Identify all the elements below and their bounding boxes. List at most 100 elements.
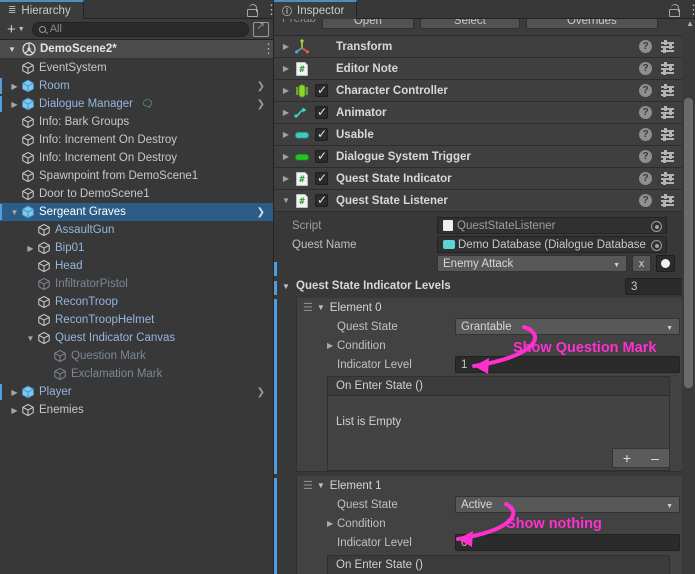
component-enabled-checkbox[interactable] [315,83,328,97]
prefab-open-button[interactable]: Open [321,19,414,29]
hierarchy-item-info-bark-groups[interactable]: Info: Bark Groups [0,113,273,131]
foldout-collapsed-icon[interactable]: ▶ [278,152,294,161]
prefab-overrides-button[interactable]: Overrides [525,19,658,29]
kebab-menu-icon[interactable] [265,6,269,14]
help-icon[interactable]: ? [639,150,652,163]
preset-icon[interactable] [661,150,674,163]
foldout-collapsed-icon[interactable]: ▶ [24,244,37,253]
component-enabled-checkbox[interactable] [315,105,328,119]
hierarchy-item-question-mark[interactable]: Question Mark [0,347,273,365]
element-0-quest-state-dropdown[interactable]: Grantable ▼ [455,318,680,335]
inspector-scrollbar[interactable] [682,30,695,574]
foldout-collapsed-icon[interactable]: ▶ [8,82,21,91]
dialogue-database-field[interactable]: Demo Database (Dialogue Database [437,236,667,253]
object-picker-icon[interactable] [651,240,662,251]
foldout-collapsed-icon[interactable]: ▶ [278,42,294,51]
component-row-usable[interactable]: ▶ Usable? [274,124,695,146]
help-icon[interactable]: ? [639,194,652,207]
foldout-expanded-icon[interactable]: ▼ [24,334,37,343]
add-listener-button[interactable]: + [613,451,641,465]
hierarchy-item-door-to-demoscene1[interactable]: Door to DemoScene1 [0,185,273,203]
hierarchy-item-recontroophelmet[interactable]: ReconTroopHelmet [0,311,273,329]
scene-kebab-menu-icon[interactable] [262,45,266,53]
element-0-indicator-level-field[interactable]: 1 [455,356,680,373]
component-enabled-checkbox[interactable] [315,171,328,185]
foldout-expanded-icon[interactable]: ▼ [282,282,296,291]
foldout-collapsed-icon[interactable]: ▶ [278,64,294,73]
help-icon[interactable]: ? [639,84,652,97]
hierarchy-item-room[interactable]: ▶ Room ❯ [0,77,273,95]
inspector-scrollbar-thumb[interactable] [684,98,693,388]
component-row-transform[interactable]: ▶ Transform? [274,36,695,58]
hierarchy-item-eventsystem[interactable]: EventSystem [0,59,273,77]
hierarchy-item-exclamation-mark[interactable]: Exclamation Mark [0,365,273,383]
chevron-right-icon[interactable]: ❯ [257,207,265,218]
component-row-animator[interactable]: ▶ Animator? [274,102,695,124]
component-enabled-checkbox[interactable] [315,127,328,141]
preset-icon[interactable] [661,62,674,75]
add-gameobject-button[interactable]: + ▼ [4,21,28,38]
quest-picker-button[interactable] [656,255,675,272]
foldout-collapsed-icon[interactable]: ▶ [278,86,294,95]
component-row-quest-state-listener[interactable]: ▼ # Quest State Listener? [274,190,695,212]
preset-icon[interactable] [661,84,674,97]
foldout-collapsed-icon[interactable]: ▶ [327,519,337,528]
hierarchy-item-info-increment-on-destroy[interactable]: Info: Increment On Destroy [0,149,273,167]
component-enabled-checkbox[interactable] [315,193,328,207]
prefab-select-button[interactable]: Select [419,19,520,29]
component-enabled-checkbox[interactable] [315,149,328,163]
element-1-header[interactable]: ☰ ▼ Element 1 [297,476,682,495]
kebab-menu-icon[interactable] [687,6,691,14]
help-icon[interactable]: ? [639,172,652,185]
scene-foldout-icon[interactable]: ▼ [8,45,16,54]
help-icon[interactable]: ? [639,40,652,53]
element-1-condition-row[interactable]: ▶ Condition [297,514,682,533]
hierarchy-item-bip01[interactable]: ▶ Bip01 [0,239,273,257]
component-row-dialogue-system-trigger[interactable]: ▶ Dialogue System Trigger? [274,146,695,168]
object-picker-icon[interactable] [651,221,662,232]
tab-hierarchy[interactable]: ≣ Hierarchy [0,0,84,19]
foldout-collapsed-icon[interactable]: ▶ [278,174,294,183]
foldout-collapsed-icon[interactable]: ▶ [278,108,294,117]
quest-name-dropdown[interactable]: Enemy Attack ▼ [437,255,627,272]
foldout-collapsed-icon[interactable]: ▶ [8,388,21,397]
array-size-field[interactable]: 3 [625,278,685,295]
help-icon[interactable]: ? [639,128,652,141]
remove-listener-button[interactable]: – [641,451,669,465]
hierarchy-item-head[interactable]: Head [0,257,273,275]
chevron-right-icon[interactable]: ❯ [257,81,265,92]
hierarchy-item-infiltratorpistol[interactable]: InfiltratorPistol [0,275,273,293]
tab-inspector[interactable]: ⓘ Inspector [274,0,358,19]
scene-row[interactable]: ▼ DemoScene2* [0,40,273,59]
component-row-quest-state-indicator[interactable]: ▶ # Quest State Indicator? [274,168,695,190]
hierarchy-item-recontroop[interactable]: ReconTroop [0,293,273,311]
chevron-right-icon[interactable]: ❯ [257,387,265,398]
help-icon[interactable]: ? [639,106,652,119]
lock-icon[interactable] [668,3,680,17]
foldout-expanded-icon[interactable]: ▼ [8,208,21,217]
hierarchy-item-assaultgun[interactable]: AssaultGun [0,221,273,239]
chevron-right-icon[interactable]: ❯ [257,99,265,110]
hierarchy-item-enemies[interactable]: ▶ Enemies [0,401,273,419]
foldout-collapsed-icon[interactable]: ▶ [8,100,21,109]
preset-icon[interactable] [661,194,674,207]
clear-quest-button[interactable]: x [632,255,651,272]
drag-handle-icon[interactable]: ☰ [303,301,313,314]
hierarchy-item-info-increment-on-destroy[interactable]: Info: Increment On Destroy [0,131,273,149]
preset-icon[interactable] [661,128,674,141]
drag-handle-icon[interactable]: ☰ [303,479,313,492]
element-1-indicator-level-field[interactable]: 0 [455,534,680,551]
foldout-expanded-icon[interactable]: ▼ [317,303,325,312]
foldout-collapsed-icon[interactable]: ▶ [8,406,21,415]
scroll-up-arrow-icon[interactable]: ▲ [686,19,694,28]
preset-icon[interactable] [661,40,674,53]
lock-icon[interactable] [246,3,258,17]
open-in-new-window-icon[interactable] [253,21,269,37]
hierarchy-item-quest-indicator-canvas[interactable]: ▼ Quest Indicator Canvas [0,329,273,347]
component-row-character-controller[interactable]: ▶ Character Controller? [274,80,695,102]
foldout-collapsed-icon[interactable]: ▶ [327,341,337,350]
hierarchy-item-spawnpoint-from-demoscene1[interactable]: Spawnpoint from DemoScene1 [0,167,273,185]
hierarchy-item-sergeant-graves[interactable]: ▼ Sergeant Graves ❯ [0,203,273,221]
search-input[interactable] [49,23,242,35]
help-icon[interactable]: ? [639,62,652,75]
